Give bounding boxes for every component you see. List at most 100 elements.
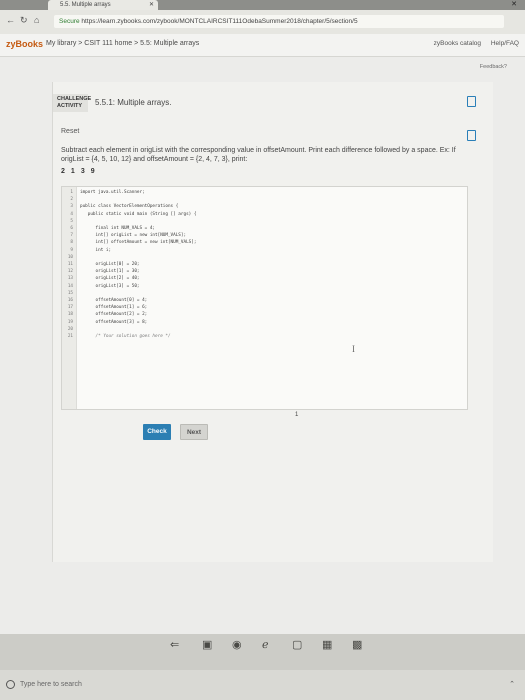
challenge-activity: CHALLENGE ACTIVITY 5.5.1: Multiple array… [52,82,493,562]
code-line[interactable]: 16 offsetAmount[0] = 4; [62,298,462,304]
code-line[interactable]: 2 [62,197,462,203]
line-number: 10 [67,254,73,260]
code-line[interactable]: 1 import java.util.Scanner; [62,190,462,196]
code-line[interactable]: 4 public static void main (String [] arg… [62,212,462,218]
code-line[interactable]: 19 offsetAmount[3] = 8; [62,320,462,326]
search-placeholder: Type here to search [20,681,82,688]
challenge-activity-badge: CHALLENGE ACTIVITY [53,94,91,112]
code-line[interactable]: 10 [62,255,462,261]
line-number: 19 [67,319,73,325]
code-line[interactable]: 18 offsetAmount[2] = 2; [62,312,462,318]
check-button[interactable]: Check [143,424,171,440]
code-text: offsetAmount[3] = 8; [80,319,148,325]
completion-icon [467,96,476,107]
code-text: offsetAmount[2] = 2; [80,312,148,318]
code-line[interactable]: 13 origList[2] = 40; [62,276,462,282]
code-line[interactable]: 11 origList[0] = 20; [62,262,462,268]
code-line[interactable]: 17 offsetAmount[1] = 6; [62,305,462,311]
next-button[interactable]: Next [180,424,208,440]
line-number: 8 [70,240,73,246]
tab-strip: 5.5. Multiple arrays ✕ ✕ [0,0,525,10]
system-tray-icon[interactable]: ⌃ [509,680,515,688]
code-line[interactable]: 6 final int NUM_VALS = 4; [62,226,462,232]
step-completion-icon [467,130,476,141]
code-text: origList[3] = 50; [80,283,140,289]
browser-tab[interactable]: 5.5. Multiple arrays ✕ [48,0,158,10]
line-number: 5 [70,218,73,224]
line-number: 4 [70,211,73,217]
code-line[interactable]: 5 [62,219,462,225]
zybooks-header: zyBooks My library > CSIT 111 home > 5.5… [0,34,525,57]
code-text: public class VectorElementOperations { [80,204,179,210]
reset-button[interactable]: Reset [61,128,79,135]
code-line[interactable]: 14 origList[3] = 50; [62,284,462,290]
catalog-link[interactable]: zyBooks catalog [434,40,481,47]
line-number: 11 [67,262,73,267]
window-close-icon[interactable]: ✕ [511,0,517,10]
code-editor[interactable]: I 1 import java.util.Scanner; 2 3 public cla… [61,186,468,410]
line-number: 18 [67,312,73,318]
code-text: offsetAmount[1] = 6; [80,305,148,311]
zybooks-page: zyBooks My library > CSIT 111 home > 5.5… [0,34,525,634]
taskbar: ⇐ ▣ ◉ ℯ ▢ ▦ ▩ Type here to search ⌃ [0,634,525,700]
code-text: public static void main (String [] args)… [80,211,197,217]
output-value: 9 [90,168,95,175]
refresh-icon[interactable]: ↻ [20,15,28,26]
line-number: 17 [67,305,73,311]
line-number: 21 [67,334,73,339]
code-text: origList[0] = 20; [80,262,140,267]
chrome-icon[interactable]: ◉ [232,638,242,651]
feedback-link[interactable]: Feedback? [480,64,507,70]
url-field[interactable]: Secure https://learn.zybooks.com/zybook/… [54,15,504,28]
address-bar: ← ↻ ⌂ Secure https://learn.zybooks.com/z… [0,10,525,35]
code-text: import java.util.Scanner; [80,190,145,195]
output-value: 1 [70,168,75,175]
store-icon[interactable]: ▦ [322,638,332,651]
line-number: 1 [70,190,73,195]
code-line[interactable]: 9 int i; [62,248,462,254]
tab-title: 5.5. Multiple arrays [60,2,111,8]
output-value: 2 [61,168,65,175]
code-text: int[] origList = new int[NUM_VALS]; [80,233,187,239]
code-text: origList[2] = 40; [80,276,140,282]
code-text: int i; [80,247,112,253]
code-line[interactable]: 7 int[] origList = new int[NUM_VALS]; [62,233,462,239]
code-line[interactable]: 12 origList[1] = 30; [62,269,462,275]
line-number: 7 [70,233,73,239]
back-icon[interactable]: ← [6,15,15,25]
taskbar-dock: ⇐ ▣ ◉ ℯ ▢ ▦ ▩ [0,634,525,656]
back-arrow-icon[interactable]: ⇐ [170,638,179,651]
url-text: https://learn.zybooks.com/zybook/MONTCLA… [81,18,358,25]
task-view-icon[interactable]: ▣ [202,638,212,651]
help-link[interactable]: Help/FAQ [491,40,519,47]
edge-icon[interactable]: ℯ [262,638,269,651]
text-cursor-icon: I [352,344,355,354]
code-line[interactable]: 8 int[] offsetAmount = new int[NUM_VALS]… [62,240,462,246]
output-value: 3 [80,168,85,175]
line-number: 16 [67,298,73,303]
home-icon[interactable]: ⌂ [34,15,39,25]
line-number: 20 [67,326,73,332]
breadcrumb[interactable]: My library > CSIT 111 home > 5.5: Multip… [46,40,199,47]
line-number: 12 [67,269,73,275]
instructions: Subtract each element in origList with t… [61,147,456,163]
app-icon[interactable]: ▩ [352,638,362,651]
code-text: int[] offsetAmount = new int[NUM_VALS]; [80,240,197,246]
tab-close-icon[interactable]: ✕ [149,0,154,10]
line-number: 3 [70,204,73,210]
code-line[interactable]: 21 /* Your solution goes here */ [62,334,462,340]
code-text: origList[1] = 30; [80,269,140,275]
code-line[interactable]: 20 [62,327,462,333]
file-explorer-icon[interactable]: ▢ [292,638,302,651]
code-line[interactable]: 15 [62,291,462,297]
code-line[interactable]: 3 public class VectorElementOperations { [62,204,462,210]
zybooks-logo[interactable]: zyBooks [6,39,43,49]
line-number: 13 [67,276,73,282]
line-number: 9 [70,247,73,253]
secure-label: Secure [59,18,80,25]
taskbar-search-field[interactable]: Type here to search [6,677,156,693]
line-number: 14 [67,283,73,289]
step-counter: 1 [295,412,299,418]
line-number: 2 [70,197,73,203]
code-text: final int NUM_VALS = 4; [80,226,156,231]
